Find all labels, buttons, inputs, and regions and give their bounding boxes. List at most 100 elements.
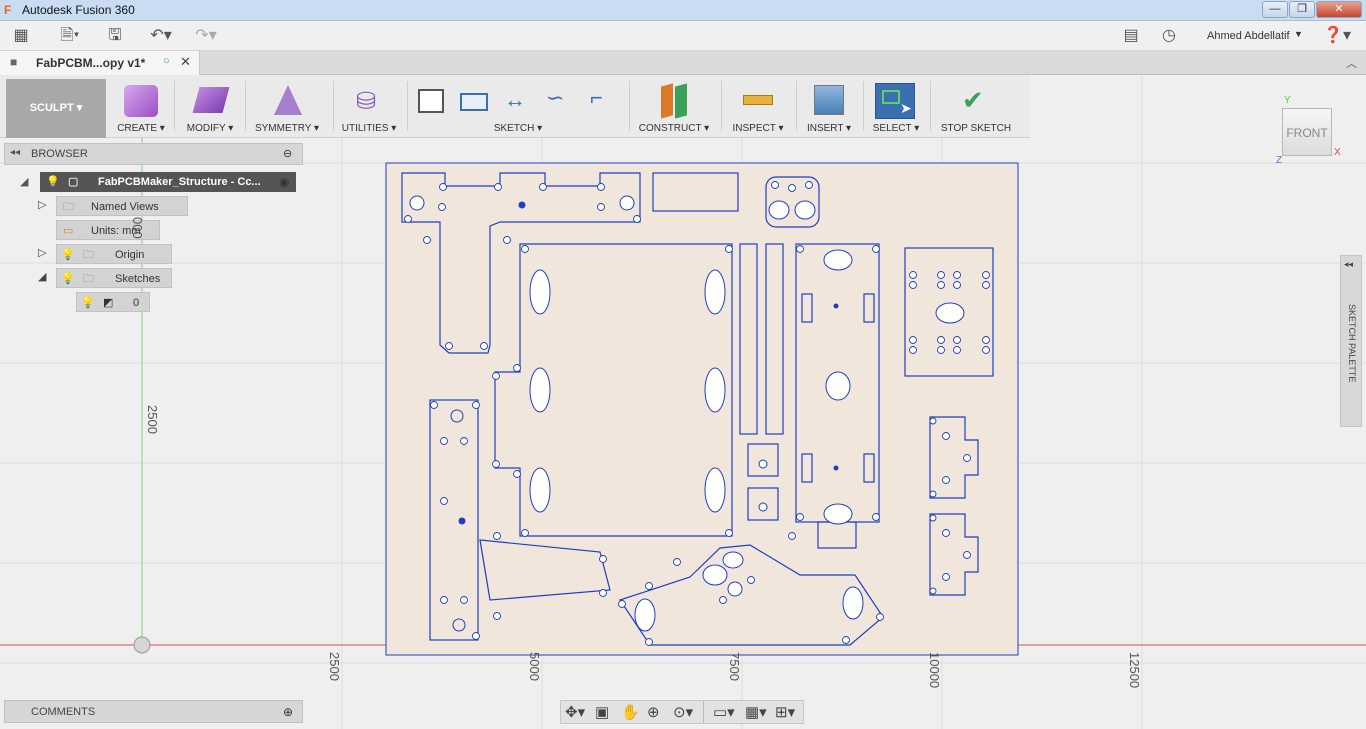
maximize-button[interactable]: ❐ — [1289, 1, 1315, 18]
utilities-label: UTILITIES ▾ — [341, 123, 397, 134]
create-label: CREATE ▾ — [117, 123, 165, 134]
browser-item-named-views[interactable]: 🗀 Named Views — [56, 196, 188, 216]
browser-item-sketches[interactable]: 💡 🗀 Sketches — [56, 268, 172, 288]
close-tab-icon[interactable]: ✕ — [180, 54, 191, 70]
title-bar: F Autodesk Fusion 360 — ❐ ✕ — [0, 0, 1366, 21]
stop-sketch-button[interactable]: ✔ STOP SKETCH — [934, 75, 1018, 138]
ribbon-create[interactable]: CREATE ▾ — [110, 75, 172, 138]
file-menu-icon[interactable]: 🗎▾ — [55, 26, 85, 46]
browser-panel-header[interactable]: ◂◂ BROWSER ⊖ — [4, 143, 303, 165]
expand-sketches-icon[interactable]: ◢ — [38, 270, 46, 283]
construct-plane-icon-1 — [661, 83, 673, 119]
sketches-label: Sketches — [115, 273, 161, 285]
ribbon-utilities[interactable]: ⛁ UTILITIES ▾ — [338, 75, 400, 138]
fit-icon[interactable]: ⊙▾ — [673, 703, 693, 721]
select-label: SELECT ▾ — [872, 123, 920, 134]
origin-label: Origin — [115, 249, 145, 261]
collapse-browser-icon[interactable]: ◂◂ — [10, 147, 20, 158]
expand-palette-icon[interactable]: ◂◂ — [1344, 259, 1353, 270]
named-views-label: Named Views — [91, 201, 159, 213]
ribbon-insert[interactable]: INSERT ▾ — [800, 75, 858, 138]
inspect-label: INSPECT ▾ — [732, 123, 784, 134]
browser-options-icon[interactable]: ⊖ — [283, 147, 292, 160]
folder-icon: 🗀 — [83, 273, 94, 285]
collapse-chevron-icon[interactable]: ︿ — [1346, 55, 1357, 71]
add-comment-icon[interactable]: ⊕ — [283, 701, 293, 723]
browser-root[interactable]: 💡 ▢ FabPCBMaker_Structure - Cc... — [40, 172, 296, 192]
axis-label-2500-vertical: 2500 — [145, 405, 160, 434]
browser-item-sketch-0[interactable]: 💡 ◩ 0 — [76, 292, 150, 312]
grid-settings-icon[interactable]: ▦▾ — [745, 703, 767, 721]
expand-named-views-icon[interactable]: ▷ — [38, 198, 46, 211]
minimize-button[interactable]: — — [1262, 1, 1288, 18]
application-bar: ▦ 🗎▾ 🖫 ↶▾ ↷▾ ▤ ◷ Ahmed Abdellatif ▼ ❓▾ — [0, 21, 1366, 51]
document-tab[interactable]: ■ FabPCBM...opy v1* ○ ✕ — [0, 51, 200, 75]
sketch-palette-collapsed[interactable]: ◂◂ SKETCH PALETTE — [1340, 255, 1362, 427]
units-icon: ▭ — [63, 225, 74, 237]
expand-root-icon[interactable]: ◢ — [20, 175, 28, 188]
axis-label-top: 000 — [130, 217, 145, 239]
browser-title: BROWSER — [31, 148, 88, 160]
axis-label-10000: 10000 — [927, 652, 942, 689]
ribbon-sketch[interactable]: ↔ ∽ ⌐ SKETCH ▾ — [412, 75, 624, 138]
display-settings-icon[interactable]: ▭▾ — [713, 703, 735, 721]
select-active-icon: ➤ — [875, 83, 915, 119]
stop-sketch-check-icon: ✔ — [962, 85, 984, 115]
document-icon: ■ — [10, 55, 18, 69]
symmetry-label: SYMMETRY ▾ — [254, 123, 320, 134]
rectangle-icon[interactable] — [460, 93, 488, 111]
ribbon-symmetry[interactable]: SYMMETRY ▾ — [249, 75, 325, 138]
orbit-icon[interactable]: ✥▾ — [565, 703, 585, 721]
axis-label-7500: 7500 — [727, 652, 742, 681]
notifications-icon[interactable]: ▤ — [1120, 26, 1142, 46]
create-sketch-icon[interactable] — [418, 89, 444, 113]
folder-icon: 🗀 — [63, 201, 74, 213]
axis-label-2500: 2500 — [327, 652, 342, 681]
user-menu-chevron-icon[interactable]: ▼ — [1294, 29, 1303, 39]
help-icon[interactable]: ❓▾ — [1322, 26, 1352, 46]
user-name[interactable]: Ahmed Abdellatif — [1207, 30, 1290, 42]
look-at-icon[interactable]: ▣ — [595, 703, 609, 721]
viewports-icon[interactable]: ⊞▾ — [775, 703, 795, 721]
redo-icon[interactable]: ↷▾ — [190, 26, 222, 46]
dimension-icon[interactable]: ↔ — [504, 87, 526, 113]
workspace-switcher[interactable]: SCULPT ▾ — [6, 79, 106, 138]
activate-radio-icon[interactable]: ◉ — [279, 175, 289, 189]
sheet-outline — [385, 162, 1019, 656]
create-box-icon — [124, 85, 158, 117]
pan-hand-icon[interactable]: ✋ — [621, 703, 640, 721]
ribbon-inspect[interactable]: INSPECT ▾ — [725, 75, 791, 138]
viewcube[interactable]: FRONT — [1282, 108, 1332, 156]
construct-plane-icon-2 — [675, 83, 687, 119]
comments-panel[interactable]: COMMENTS ⊕ — [4, 700, 303, 723]
ribbon-construct[interactable]: CONSTRUCT ▾ — [633, 75, 715, 138]
modify-label: MODIFY ▾ — [186, 123, 234, 134]
workspace-label: SCULPT — [29, 102, 74, 114]
close-window-button[interactable]: ✕ — [1316, 1, 1362, 18]
visibility-bulb-icon[interactable]: 💡 — [61, 245, 75, 265]
insert-label: INSERT ▾ — [806, 123, 852, 134]
component-icon: ▢ — [68, 176, 79, 188]
visibility-bulb-icon[interactable]: 💡 — [46, 172, 60, 192]
sketch-label: SKETCH ▾ — [493, 123, 543, 134]
visibility-bulb-icon[interactable]: 💡 — [61, 269, 75, 289]
spline-icon[interactable]: ∽ — [546, 85, 564, 111]
job-status-icon[interactable]: ◷ — [1158, 26, 1180, 46]
fillet-icon[interactable]: ⌐ — [590, 85, 603, 111]
sketch-0-label: 0 — [133, 297, 140, 309]
stop-sketch-label: STOP SKETCH — [940, 123, 1012, 134]
construct-label: CONSTRUCT ▾ — [638, 123, 710, 134]
save-icon[interactable]: 🖫 — [104, 26, 126, 46]
ribbon-select[interactable]: ➤ SELECT ▾ — [867, 75, 925, 138]
expand-origin-icon[interactable]: ▷ — [38, 246, 46, 259]
sketch-icon: ◩ — [103, 297, 114, 309]
undo-icon[interactable]: ↶▾ — [145, 26, 177, 46]
zoom-icon[interactable]: ⊕ — [647, 703, 660, 721]
root-label: FabPCBMaker_Structure - Cc... — [98, 176, 261, 188]
insert-image-icon — [814, 85, 844, 115]
utilities-icon: ⛁ — [356, 88, 377, 115]
ribbon-modify[interactable]: MODIFY ▾ — [178, 75, 242, 138]
browser-item-origin[interactable]: 💡 🗀 Origin — [56, 244, 172, 264]
data-panel-grid-icon[interactable]: ▦ — [10, 26, 32, 46]
visibility-bulb-icon[interactable]: 💡 — [81, 293, 95, 313]
